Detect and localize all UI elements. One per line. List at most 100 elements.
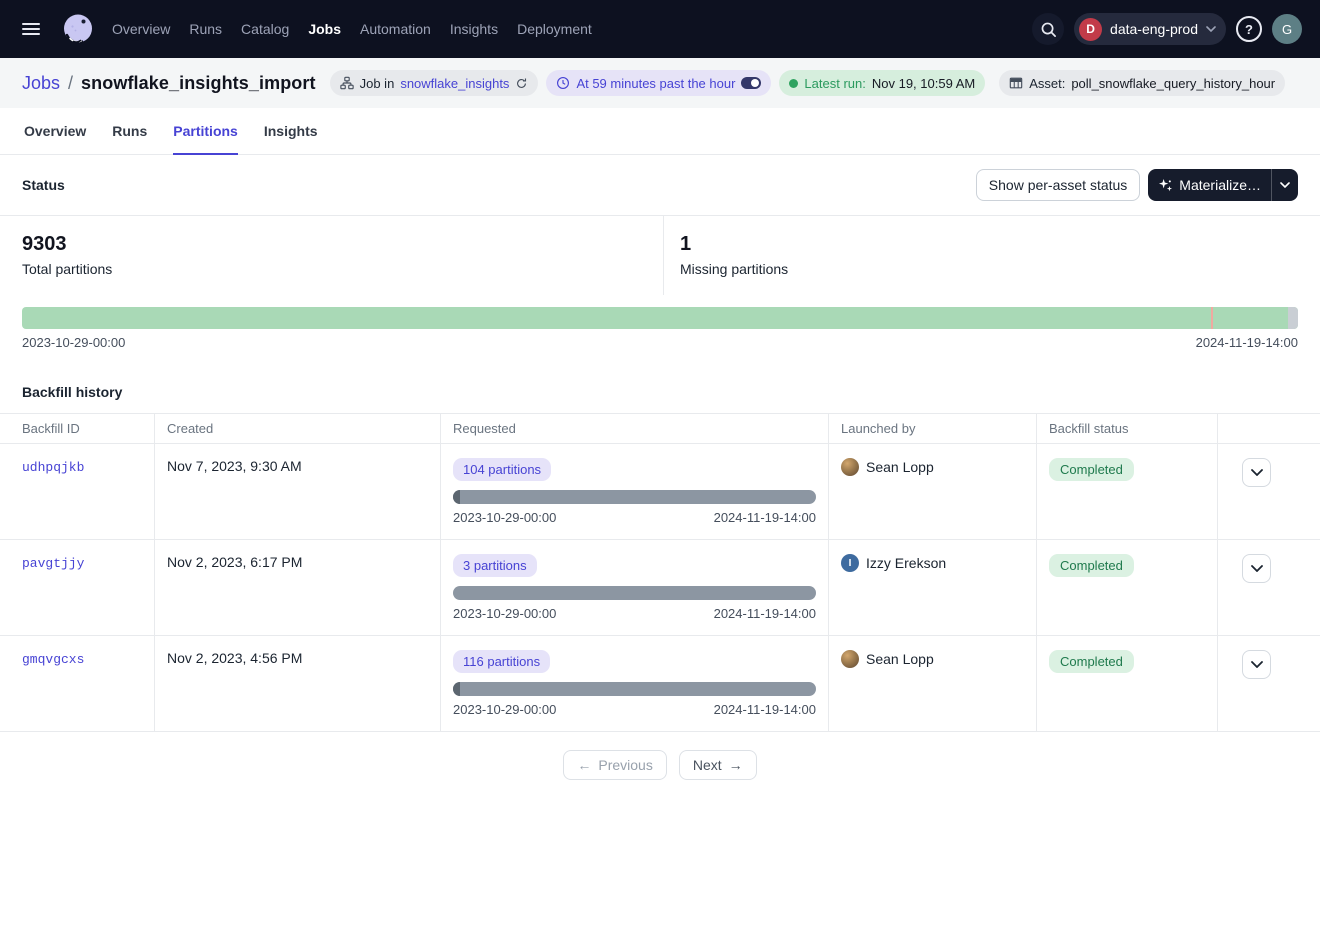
status-section-title: Status [22,177,65,193]
status-actions: Show per-asset status Materialize… [976,169,1298,201]
search-icon[interactable] [1032,13,1064,45]
materialize-label: Materialize… [1179,177,1261,193]
total-partitions-label: Total partitions [22,261,663,277]
column-requested: Requested [441,414,829,443]
schedule-toggle[interactable] [741,77,761,89]
backfill-created: Nov 7, 2023, 9:30 AM [167,458,302,474]
failed-partition-tick [1211,307,1213,329]
status-header: Status Show per-asset status Materialize… [0,155,1320,215]
backfill-partition-bar[interactable] [453,682,816,696]
topnav-item-deployment[interactable]: Deployment [517,21,592,37]
job-location-prefix: Job in [360,76,395,91]
partition-range-end: 2024-11-19-14:00 [1196,335,1298,350]
previous-page-button[interactable]: ← Previous [563,750,666,780]
topnav-item-automation[interactable]: Automation [360,21,431,37]
chevron-down-icon [1251,565,1263,572]
backfill-partition-bar[interactable] [453,490,816,504]
expand-row-button[interactable] [1242,554,1271,583]
backfill-id-link[interactable]: gmqvgcxs [22,652,84,667]
launched-by-name: Izzy Erekson [866,555,946,571]
job-location-badge: Job in snowflake_insights [330,70,539,96]
missing-partitions-label: Missing partitions [680,261,1320,277]
column-created: Created [155,414,441,443]
backfill-bar-leading-segment [453,682,460,696]
topnav-item-insights[interactable]: Insights [450,21,498,37]
materialize-options-button[interactable] [1271,169,1298,201]
latest-run-time-link[interactable]: Nov 19, 10:59 AM [872,76,975,91]
column-backfill-id: Backfill ID [0,414,155,443]
page-title: snowflake_insights_import [81,73,316,94]
next-page-button[interactable]: Next → [679,750,757,780]
deployment-avatar: D [1079,18,1102,41]
topnav-item-jobs[interactable]: Jobs [308,21,341,37]
backfill-range-start: 2023-10-29-00:00 [453,510,556,525]
column-actions [1218,414,1320,443]
chevron-down-icon [1280,182,1290,188]
user-avatar[interactable]: G [1272,14,1302,44]
code-location-link[interactable]: snowflake_insights [400,76,509,91]
reload-icon[interactable] [515,77,528,90]
backfill-range-end: 2024-11-19-14:00 [714,702,816,717]
asset-link[interactable]: poll_snowflake_query_history_hour [1071,76,1275,91]
missing-partitions-stat: 1 Missing partitions [663,216,1320,295]
avatar: I [841,554,859,572]
missing-partition-segment [1288,307,1298,329]
expand-row-button[interactable] [1242,650,1271,679]
schedule-label: At 59 minutes past the hour [576,76,735,91]
expand-row-button[interactable] [1242,458,1271,487]
latest-run-label: Latest run: [804,76,865,91]
chevron-down-icon [1251,661,1263,668]
partition-range-labels: 2023-10-29-00:00 2024-11-19-14:00 [22,335,1298,350]
arrow-left-icon: ← [577,757,591,773]
backfill-status-badge: Completed [1049,650,1134,673]
backfill-range-end: 2024-11-19-14:00 [714,510,816,525]
topnav-item-runs[interactable]: Runs [189,21,222,37]
backfill-partition-bar[interactable] [453,586,816,600]
partition-status-bar[interactable] [22,307,1298,329]
requested-partitions-badge: 104 partitions [453,458,551,481]
backfill-range-start: 2023-10-29-00:00 [453,606,556,621]
backfill-row: udhpqjkb Nov 7, 2023, 9:30 AM 104 partit… [0,444,1320,540]
total-partitions-stat: 9303 Total partitions [0,216,663,295]
pagination: ← Previous Next → [0,732,1320,820]
column-backfill-status: Backfill status [1037,414,1218,443]
deployment-switcher[interactable]: D data-eng-prod [1074,13,1226,45]
clock-icon [556,76,570,90]
asset-badge: Asset: poll_snowflake_query_history_hour [999,70,1285,96]
backfill-row: gmqvgcxs Nov 2, 2023, 4:56 PM 116 partit… [0,636,1320,732]
sparkle-icon [1158,178,1173,193]
backfill-history-title: Backfill history [0,384,1320,400]
breadcrumb-jobs-link[interactable]: Jobs [22,73,60,94]
tab-runs[interactable]: Runs [112,108,147,155]
hamburger-menu-icon[interactable] [14,12,48,46]
requested-partitions-badge: 3 partitions [453,554,537,577]
avatar [841,650,859,668]
total-partitions-value: 9303 [22,233,663,256]
tab-bar: Overview Runs Partitions Insights [0,108,1320,155]
tab-partitions[interactable]: Partitions [173,108,238,155]
tab-overview[interactable]: Overview [24,108,86,155]
requested-partitions-badge: 116 partitions [453,650,550,673]
launched-by-name: Sean Lopp [866,651,934,667]
breadcrumb-separator: / [68,73,73,94]
latest-run-badge: Latest run: Nov 19, 10:59 AM [779,70,985,96]
backfill-id-link[interactable]: udhpqjkb [22,460,84,475]
backfill-row: pavgtjjy Nov 2, 2023, 6:17 PM 3 partitio… [0,540,1320,636]
backfill-created: Nov 2, 2023, 4:56 PM [167,650,302,666]
materialize-button[interactable]: Materialize… [1148,169,1271,201]
backfill-id-link[interactable]: pavgtjjy [22,556,84,571]
materialize-split-button: Materialize… [1148,169,1298,201]
column-launched-by: Launched by [829,414,1037,443]
schedule-badge: At 59 minutes past the hour [546,70,771,96]
deployment-name: data-eng-prod [1110,21,1198,37]
help-icon[interactable]: ? [1236,16,1262,42]
show-per-asset-status-button[interactable]: Show per-asset status [976,169,1141,201]
avatar [841,458,859,476]
tab-insights[interactable]: Insights [264,108,318,155]
backfill-table-header: Backfill ID Created Requested Launched b… [0,413,1320,444]
topnav-links: Overview Runs Catalog Jobs Automation Insight… [112,21,592,37]
topnav-item-overview[interactable]: Overview [112,21,170,37]
partition-stats: 9303 Total partitions 1 Missing partitio… [0,215,1320,295]
top-navigation: Overview Runs Catalog Jobs Automation Insight… [0,0,1320,58]
topnav-item-catalog[interactable]: Catalog [241,21,289,37]
